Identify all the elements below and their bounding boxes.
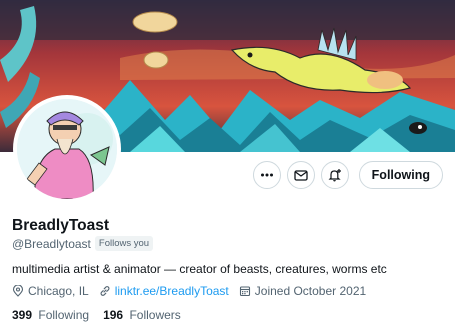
website-link[interactable]: linktr.ee/BreadlyToast: [115, 284, 229, 298]
notify-button[interactable]: [320, 161, 349, 189]
joined-text: Joined October 2021: [254, 284, 367, 298]
profile-meta: Chicago, IL linktr.ee/BreadlyToast Joine…: [12, 284, 376, 298]
handle-row: @Breadlytoast Follows you: [12, 236, 154, 251]
location-text: Chicago, IL: [28, 284, 89, 298]
location-pin-icon: [12, 285, 24, 297]
profile-bio: multimedia artist & animator — creator o…: [12, 262, 387, 276]
calendar-icon: [239, 286, 250, 297]
user-handle: @Breadlytoast: [12, 236, 91, 251]
following-stat[interactable]: 399 Following: [12, 308, 89, 322]
mail-icon: [294, 170, 308, 181]
link-icon: [100, 286, 110, 296]
profile-avatar[interactable]: [13, 95, 121, 203]
more-button[interactable]: [252, 161, 281, 189]
more-icon: [260, 173, 273, 177]
location-item: Chicago, IL: [12, 284, 89, 298]
profile-stats: 399 Following 196 Followers: [12, 308, 195, 322]
bell-plus-icon: [328, 169, 341, 182]
follows-you-badge: Follows you: [94, 236, 154, 251]
followers-count: 196: [103, 308, 124, 322]
followers-stat[interactable]: 196 Followers: [103, 308, 181, 322]
following-count: 399: [12, 308, 33, 322]
joined-item: Joined October 2021: [239, 284, 366, 298]
following-label: Following: [38, 308, 90, 322]
display-name: BreadlyToast: [12, 217, 110, 234]
profile-actions: Following: [252, 161, 443, 189]
website-item[interactable]: linktr.ee/BreadlyToast: [99, 284, 229, 298]
followers-label: Followers: [129, 308, 181, 322]
message-button[interactable]: [286, 161, 315, 189]
following-button[interactable]: Following: [358, 161, 443, 189]
